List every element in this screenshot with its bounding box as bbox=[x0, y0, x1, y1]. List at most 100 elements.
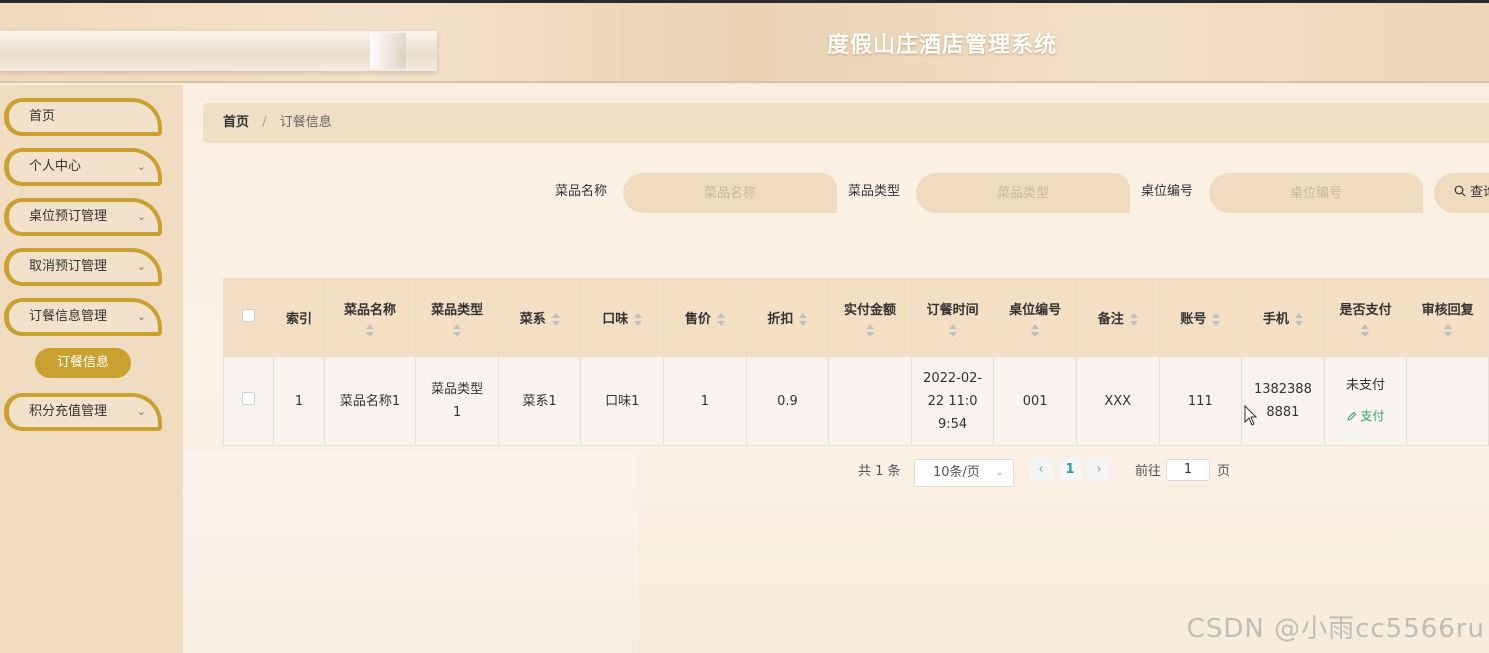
sort-icon[interactable] bbox=[948, 323, 957, 337]
col-header[interactable]: 口味 bbox=[580, 278, 665, 357]
sort-icon[interactable] bbox=[1031, 323, 1040, 337]
cell-account: 111 bbox=[1158, 356, 1243, 446]
sidebar-item-label: 积分充值管理 bbox=[29, 404, 108, 419]
cell-cuisine: 菜系1 bbox=[497, 356, 582, 446]
col-header[interactable]: 实付金额 bbox=[828, 278, 912, 357]
col-header[interactable]: 备注 bbox=[1075, 278, 1160, 357]
sort-icon[interactable] bbox=[1212, 313, 1221, 326]
col-header-label: 订餐时间 bbox=[926, 302, 979, 318]
page-number-current[interactable]: 1 bbox=[1058, 459, 1082, 481]
goto-label: 前往 bbox=[1135, 464, 1162, 479]
sidebar-item-label: 取消预订管理 bbox=[29, 259, 108, 274]
chevron-down-icon: ⌄ bbox=[136, 210, 146, 223]
col-header-label: 售价 bbox=[684, 312, 711, 327]
cell-flavor: 口味1 bbox=[580, 356, 665, 446]
sort-icon[interactable] bbox=[799, 313, 808, 326]
dish-name-input[interactable] bbox=[623, 173, 837, 213]
cell-phone: 13823888881 bbox=[1241, 356, 1325, 446]
sidebar-item-order-info-management[interactable]: 订餐信息管理 ⌄ bbox=[4, 298, 162, 336]
cell-index: 1 bbox=[273, 356, 325, 446]
col-header-label: 手机 bbox=[1262, 312, 1289, 327]
search-label-dish-type: 菜品类型 bbox=[848, 184, 901, 199]
sidebar-item-label: 桌位预订管理 bbox=[29, 209, 108, 224]
sort-icon[interactable] bbox=[634, 313, 643, 326]
order-table: 索引 菜品名称 菜品类型 菜系 口味 售价 折扣 实付金额 订餐时间 桌位编号 … bbox=[222, 278, 1489, 446]
sidebar-item-label: 订餐信息管理 bbox=[29, 309, 108, 324]
col-header[interactable]: 折扣 bbox=[745, 278, 830, 357]
dish-type-input[interactable] bbox=[916, 173, 1130, 213]
row-select-cell bbox=[222, 356, 275, 446]
sidebar-item-home[interactable]: 首页 bbox=[4, 98, 162, 136]
page-size-select[interactable]: 10条/页 ⌄ bbox=[914, 459, 1014, 487]
search-label-dish-name: 菜品名称 bbox=[555, 184, 608, 199]
breadcrumb-separator: / bbox=[262, 115, 267, 130]
col-header[interactable]: 是否支付 bbox=[1323, 278, 1408, 357]
sort-icon[interactable] bbox=[1129, 313, 1138, 326]
edit-icon bbox=[1346, 411, 1356, 421]
sort-icon[interactable] bbox=[366, 323, 374, 337]
col-header-label: 实付金额 bbox=[844, 302, 897, 318]
sort-icon[interactable] bbox=[1443, 323, 1452, 337]
chevron-left-icon[interactable]: ‹ bbox=[1029, 459, 1053, 481]
col-header-label: 菜系 bbox=[519, 312, 546, 327]
col-header-label: 折扣 bbox=[767, 312, 794, 327]
select-all-cell bbox=[222, 278, 275, 357]
sort-icon[interactable] bbox=[551, 313, 560, 326]
cell-price: 1 bbox=[663, 356, 747, 446]
chevron-right-icon[interactable]: › bbox=[1087, 459, 1111, 481]
col-header-label: 账号 bbox=[1180, 312, 1207, 327]
goto-page-input[interactable]: 1 bbox=[1166, 459, 1210, 481]
col-header-label: 口味 bbox=[602, 312, 629, 327]
page-suffix: 页 bbox=[1217, 464, 1231, 479]
pay-button-label: 支付 bbox=[1360, 409, 1385, 423]
col-header[interactable]: 桌位编号 bbox=[993, 278, 1077, 357]
page-size-value: 10条/页 bbox=[933, 465, 980, 480]
chevron-down-icon: ⌄ bbox=[136, 310, 146, 323]
col-header-label: 桌位编号 bbox=[1009, 302, 1062, 318]
table-row: 1 菜品名称1 菜品类型1 菜系1 口味1 1 0.9 2022-02-22 1… bbox=[222, 356, 1489, 446]
col-header[interactable]: 菜品类型 bbox=[415, 278, 499, 357]
paid-status-text: 未支付 bbox=[1345, 378, 1385, 393]
col-header-label: 索引 bbox=[286, 312, 313, 327]
col-header[interactable]: 账号 bbox=[1158, 278, 1243, 357]
sort-icon[interactable] bbox=[1294, 313, 1303, 326]
search-button[interactable]: 查询 bbox=[1434, 173, 1489, 213]
cell-dish-type: 菜品类型1 bbox=[415, 356, 499, 446]
chevron-down-icon: ⌄ bbox=[136, 160, 146, 173]
col-header: 索引 bbox=[273, 278, 325, 357]
table-no-input[interactable] bbox=[1209, 173, 1423, 213]
col-header-label: 是否支付 bbox=[1339, 302, 1392, 318]
sidebar-item-cancel-booking[interactable]: 取消预订管理 ⌄ bbox=[4, 248, 162, 286]
sort-icon[interactable] bbox=[1361, 323, 1370, 337]
table-header-row: 索引 菜品名称 菜品类型 菜系 口味 售价 折扣 实付金额 订餐时间 桌位编号 … bbox=[222, 278, 1489, 357]
select-all-checkbox[interactable] bbox=[242, 309, 256, 322]
main-content: 首页 / 订餐信息 菜品名称 菜品类型 桌位编号 查询 索引 菜品名称 菜品类型… bbox=[183, 85, 1489, 653]
cell-review-reply bbox=[1406, 356, 1489, 446]
sidebar-subitem-order-info[interactable]: 订餐信息 bbox=[35, 348, 131, 378]
breadcrumb-home[interactable]: 首页 bbox=[223, 115, 249, 130]
sidebar-item-label: 个人中心 bbox=[29, 159, 82, 174]
col-header[interactable]: 售价 bbox=[663, 278, 747, 357]
sort-icon[interactable] bbox=[453, 323, 462, 337]
sidebar-item-points-recharge[interactable]: 积分充值管理 ⌄ bbox=[4, 393, 162, 431]
cell-paid-status: 未支付 支付 bbox=[1323, 356, 1408, 446]
col-header[interactable]: 菜系 bbox=[497, 278, 582, 357]
col-header[interactable]: 审核回复 bbox=[1406, 278, 1489, 357]
col-header-label: 菜品类型 bbox=[431, 302, 484, 318]
sidebar-item-table-booking[interactable]: 桌位预订管理 ⌄ bbox=[4, 198, 162, 236]
col-header[interactable]: 订餐时间 bbox=[910, 278, 995, 357]
sidebar-item-personal-center[interactable]: 个人中心 ⌄ bbox=[4, 148, 162, 186]
col-header[interactable]: 手机 bbox=[1241, 278, 1325, 357]
row-checkbox[interactable] bbox=[242, 391, 256, 405]
mouse-cursor-icon bbox=[1244, 405, 1258, 426]
sort-icon[interactable] bbox=[866, 323, 874, 337]
chevron-down-icon: ⌄ bbox=[136, 405, 146, 418]
cell-table-no: 001 bbox=[993, 356, 1077, 446]
col-header-label: 菜品名称 bbox=[344, 302, 397, 318]
sort-icon[interactable] bbox=[716, 313, 725, 326]
cell-order-time: 2022-02-22 11:09:54 bbox=[910, 356, 995, 446]
cell-paid-amount bbox=[828, 356, 912, 446]
chevron-down-icon: ⌄ bbox=[136, 260, 146, 273]
pay-button[interactable]: 支付 bbox=[1325, 401, 1407, 431]
col-header[interactable]: 菜品名称 bbox=[323, 278, 417, 357]
